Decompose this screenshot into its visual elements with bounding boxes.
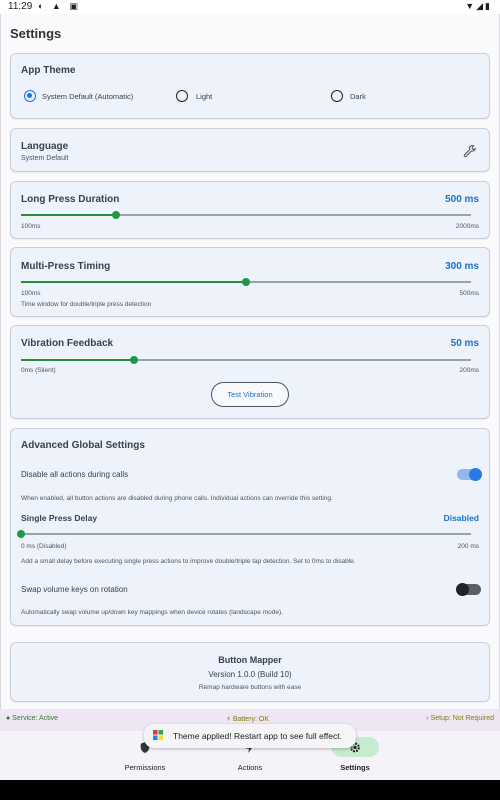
slider-thumb[interactable] — [17, 530, 25, 538]
page-title: Settings — [10, 26, 62, 41]
app-theme-card: App Theme System Default (Automatic) Lig… — [10, 53, 490, 119]
wrench-icon[interactable] — [463, 145, 477, 159]
about-version: Version 1.0.0 (Build 10) — [208, 670, 292, 679]
about-app-name: Button Mapper — [218, 655, 282, 665]
disable-calls-description: When enabled, all button actions are dis… — [21, 495, 333, 502]
long-press-title: Long Press Duration — [21, 194, 120, 205]
single-press-value: Disabled — [443, 513, 479, 523]
about-tagline: Remap hardware buttons with ease — [198, 684, 302, 691]
multi-press-slider[interactable] — [21, 277, 471, 287]
single-press-slider[interactable] — [17, 529, 471, 539]
slider-fill — [21, 214, 116, 216]
slider-fill — [21, 281, 246, 283]
slider-thumb[interactable] — [112, 211, 120, 219]
multi-press-title: Multi-Press Timing — [21, 261, 111, 272]
advanced-title: Advanced Global Settings — [21, 440, 145, 451]
service-status: ● Service: Active — [6, 715, 59, 722]
toast-message: Theme applied! Restart app to see full e… — [144, 724, 356, 748]
system-icons: ▼◢▮ — [465, 1, 492, 11]
toggle-knob — [469, 468, 482, 481]
vibration-slider[interactable] — [21, 355, 471, 365]
advanced-settings-card: Advanced Global Settings Disable all act… — [10, 428, 490, 626]
long-press-value: 500 ms — [445, 194, 479, 205]
radio-system-default[interactable] — [24, 90, 36, 102]
disable-calls-toggle[interactable] — [457, 468, 482, 481]
system-navigation-bar — [0, 780, 500, 800]
multi-press-description: Time window for double/triple press dete… — [21, 301, 152, 308]
vibration-title: Vibration Feedback — [21, 338, 114, 349]
vibration-max: 200ms — [459, 367, 479, 374]
status-time: 11:29 — [8, 1, 33, 12]
long-press-min: 100ms — [21, 223, 41, 230]
swap-volume-toggle[interactable] — [456, 583, 481, 596]
long-press-slider[interactable] — [21, 210, 471, 220]
language-value: System Default — [21, 155, 69, 162]
nav-label-settings: Settings — [340, 763, 370, 772]
language-title: Language — [21, 141, 69, 152]
toggle-knob — [456, 583, 469, 596]
language-card[interactable]: Language System Default — [10, 128, 490, 172]
multi-press-min: 100ms — [21, 290, 41, 297]
battery-status: ⚡ Battery: OK — [226, 716, 270, 723]
nav-label-permissions: Permissions — [124, 763, 166, 772]
slider-track — [21, 533, 471, 535]
radio-dark[interactable] — [331, 90, 343, 102]
single-press-description: Add a small delay before executing singl… — [21, 558, 356, 565]
about-card: Button Mapper Version 1.0.0 (Build 10) R… — [10, 642, 490, 702]
swap-volume-description: Automatically swap volume up/down key ma… — [21, 609, 283, 616]
vibration-card: Vibration Feedback 50 ms 0ms (Silent) 20… — [10, 325, 490, 419]
app-theme-title: App Theme — [21, 65, 76, 76]
multi-press-card: Multi-Press Timing 300 ms 100ms 500ms Ti… — [10, 247, 490, 317]
radio-light[interactable] — [176, 90, 188, 102]
toast-text: Theme applied! Restart app to see full e… — [173, 731, 342, 741]
single-press-min: 0 ms (Disabled) — [21, 543, 67, 550]
disable-calls-label: Disable all actions during calls — [21, 470, 129, 479]
vibration-min: 0ms (Silent) — [21, 367, 56, 374]
vibration-value: 50 ms — [450, 338, 479, 349]
radio-label-dark: Dark — [350, 92, 366, 101]
long-press-max: 2000ms — [455, 223, 479, 230]
swap-volume-label: Swap volume keys on rotation — [21, 585, 128, 594]
nav-label-actions: Actions — [237, 763, 263, 772]
status-bar: 11:29 ◐ ▲ ▣ ▼◢▮ — [0, 0, 500, 14]
notification-icons: ◐ ▲ ▣ — [38, 1, 81, 11]
setup-status[interactable]: › Setup: Not Required — [426, 715, 494, 722]
long-press-card: Long Press Duration 500 ms 100ms 2000ms — [10, 181, 490, 239]
test-vibration-button[interactable]: Test Vibration — [211, 382, 289, 407]
single-press-max: 200 ms — [457, 543, 479, 550]
slider-thumb[interactable] — [130, 356, 138, 364]
single-press-label: Single Press Delay — [21, 513, 98, 523]
radio-label-system-default: System Default (Automatic) — [42, 92, 134, 101]
app-logo-icon — [153, 730, 164, 741]
slider-thumb[interactable] — [242, 278, 250, 286]
multi-press-value: 300 ms — [445, 261, 479, 272]
slider-fill — [21, 359, 134, 361]
radio-label-light: Light — [196, 92, 213, 101]
multi-press-max: 500ms — [459, 290, 479, 297]
